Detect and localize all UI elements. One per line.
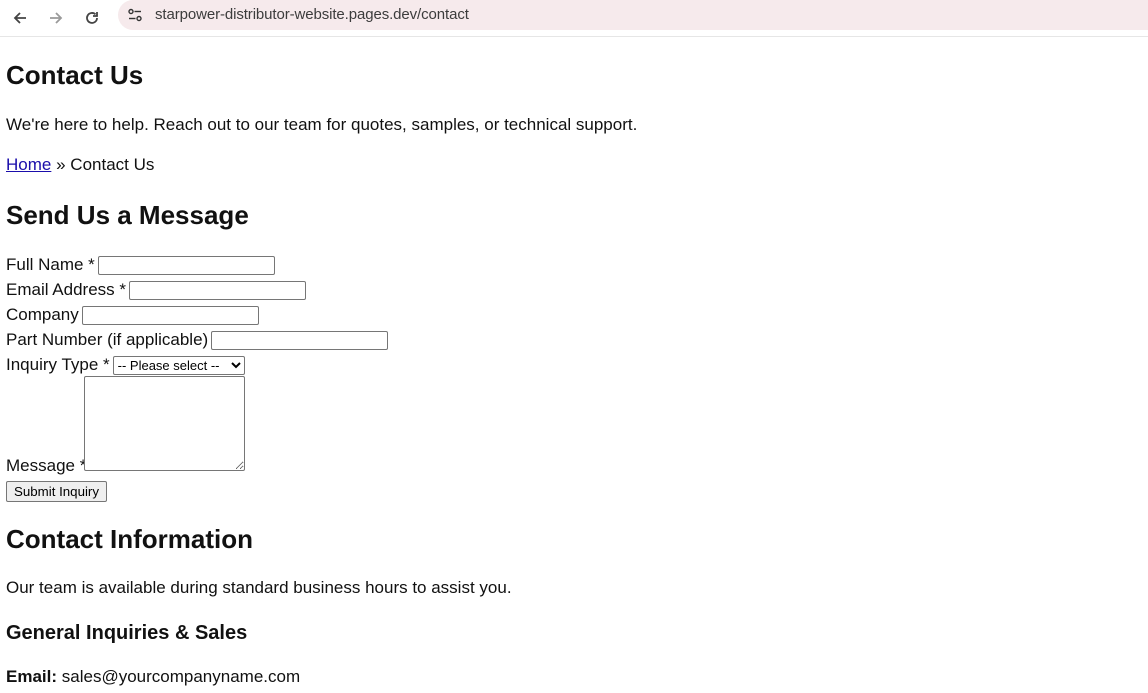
contact-description: Our team is available during standard bu… xyxy=(6,578,512,597)
sales-email-value: sales@yourcompanyname.com xyxy=(61,667,301,686)
full-name-label: Full Name * xyxy=(6,255,95,274)
address-bar[interactable]: starpower-distributor-website.pages.dev/… xyxy=(118,0,1148,30)
breadcrumb: Home » Contact Us xyxy=(6,155,154,175)
part-number-label: Part Number (if applicable) xyxy=(6,330,209,349)
inquiry-type-label: Inquiry Type * xyxy=(6,355,110,374)
browser-toolbar: starpower-distributor-website.pages.dev/… xyxy=(0,0,1148,37)
inquiry-type-select[interactable]: -- Please select -- xyxy=(112,355,245,375)
company-field[interactable] xyxy=(81,305,259,325)
company-label: Company xyxy=(6,305,79,324)
submit-inquiry-button[interactable]: Submit Inquiry xyxy=(6,481,107,502)
form-heading: Send Us a Message xyxy=(6,200,249,230)
breadcrumb-separator: » xyxy=(56,155,66,174)
part-number-field[interactable] xyxy=(211,330,389,350)
page-title: Contact Us xyxy=(6,60,144,90)
email-row: Email Address * xyxy=(6,280,306,300)
full-name-field[interactable] xyxy=(97,255,275,275)
contact-info-heading: Contact Information xyxy=(6,524,253,554)
email-label-bold: Email: xyxy=(6,667,58,686)
full-name-row: Full Name * xyxy=(6,255,275,275)
breadcrumb-home-link[interactable]: Home xyxy=(6,155,51,174)
site-info-icon[interactable] xyxy=(123,3,147,27)
intro-text: We're here to help. Reach out to our tea… xyxy=(6,115,638,134)
message-label: Message * xyxy=(6,456,87,475)
part-number-row: Part Number (if applicable) xyxy=(6,330,389,350)
reload-icon[interactable] xyxy=(78,4,106,32)
sales-email-line: Email: sales@yourcompanyname.com xyxy=(6,667,300,687)
email-field[interactable] xyxy=(129,280,306,300)
forward-arrow-icon[interactable] xyxy=(42,4,70,32)
back-arrow-icon[interactable] xyxy=(6,4,34,32)
message-textarea[interactable] xyxy=(84,376,245,471)
email-label: Email Address * xyxy=(6,280,126,299)
general-inquiries-heading: General Inquiries & Sales xyxy=(6,622,248,644)
url-text[interactable]: starpower-distributor-website.pages.dev/… xyxy=(155,6,469,23)
breadcrumb-current: Contact Us xyxy=(70,155,155,174)
inquiry-type-row: Inquiry Type * -- Please select -- xyxy=(6,355,245,375)
company-row: Company xyxy=(6,305,259,325)
